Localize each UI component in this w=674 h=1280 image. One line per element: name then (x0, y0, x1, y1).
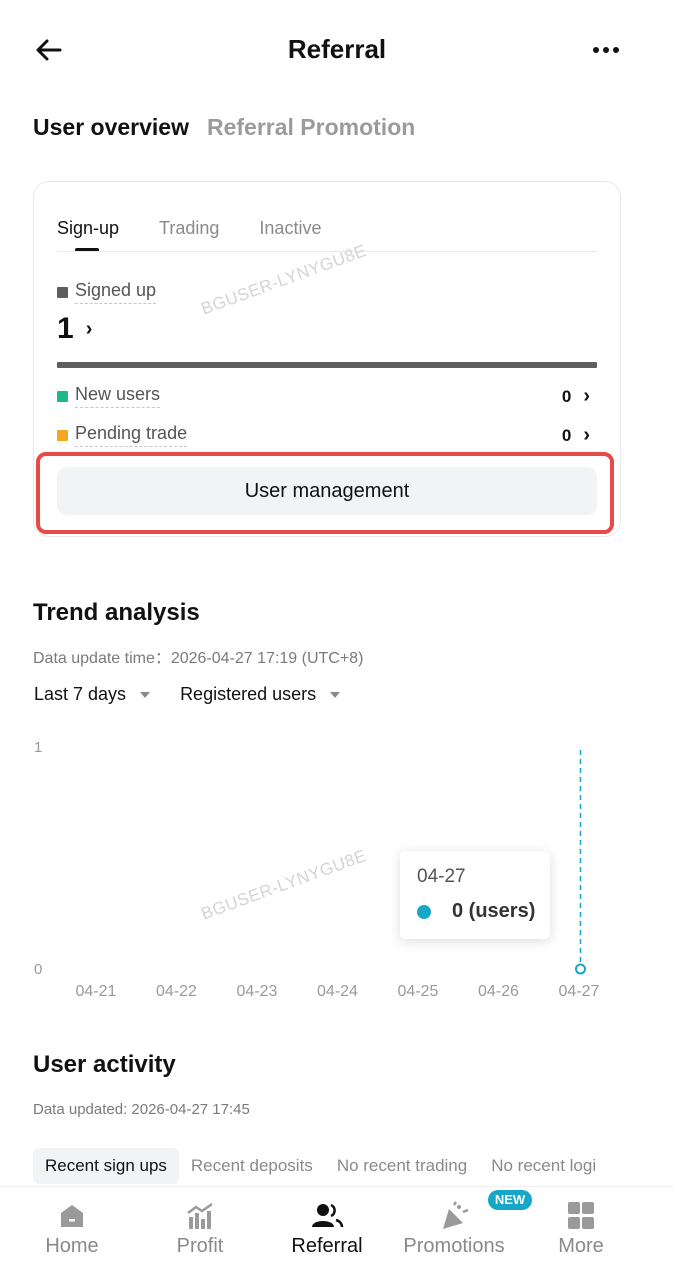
home-icon (61, 1205, 83, 1227)
trend-update-time: Data update time：2026-04-27 17:19 (UTC+8… (33, 650, 364, 667)
overview-sub-tabs: Sign-up Trading Inactive (57, 218, 361, 252)
x-tick-label: 04-27 (559, 983, 600, 1000)
tab-trading[interactable]: Trading (159, 218, 219, 239)
tab-recent-sign-ups[interactable]: Recent sign ups (33, 1148, 179, 1184)
new-users-count-link[interactable]: 0 › (562, 385, 590, 408)
pending-trade-count: 0 (561, 425, 572, 445)
header: Referral (0, 0, 674, 100)
signed-up-label: Signed up (75, 280, 157, 304)
activity-tabs: Recent sign ups Recent deposits No recent … (33, 1148, 621, 1186)
activity-update-time: Data updated: 2026-04-27 17:45 (33, 1101, 250, 1118)
signed-up-bar (57, 362, 597, 368)
user-activity-title: User activity (33, 1051, 176, 1078)
more-options-button[interactable] (588, 32, 624, 68)
signed-up-swatch (57, 286, 68, 298)
tab-sign-up-label: Sign-up (57, 218, 120, 238)
data-point[interactable] (575, 963, 586, 975)
pending-trade-count-link[interactable]: 0 › (562, 424, 590, 447)
tab-referral-promotion[interactable]: Referral Promotion (207, 114, 415, 141)
tab-sign-up[interactable]: Sign-up (57, 218, 120, 252)
metric-dropdown[interactable]: Registered users (180, 684, 341, 705)
nav-referral[interactable]: Referral (277, 1187, 377, 1280)
nav-more[interactable]: More (531, 1187, 631, 1280)
pending-trade-legend: Pending trade (57, 423, 188, 447)
trend-analysis-title: Trend analysis (33, 599, 200, 626)
y-tick-label: 0 (34, 961, 42, 978)
x-tick-label: 04-23 (237, 983, 278, 1000)
caret-down-icon (330, 691, 341, 698)
new-users-count: 0 (561, 386, 572, 406)
nav-promotions-label: Promotions (403, 1235, 505, 1257)
tab-recent-deposits[interactable]: Recent deposits (179, 1148, 325, 1184)
x-tick-label: 04-26 (478, 983, 519, 1000)
chevron-right-icon: › (85, 317, 93, 340)
trend-filters: Last 7 days Registered users (34, 684, 341, 705)
users-icon (312, 1203, 344, 1228)
profit-chart-icon (187, 1202, 213, 1229)
new-badge: NEW (488, 1190, 532, 1210)
bottom-nav: Home Profit Referral Promotions More (0, 1186, 674, 1280)
metric-dropdown-label: Registered users (180, 684, 317, 704)
period-dropdown-label: Last 7 days (34, 684, 127, 704)
nav-referral-label: Referral (291, 1235, 363, 1257)
more-dots-icon (593, 47, 599, 53)
x-tick-label: 04-21 (76, 983, 117, 1000)
x-tick-label: 04-22 (156, 983, 197, 1000)
nav-profit-label: Profit (176, 1235, 224, 1257)
tooltip-date: 04-27 (417, 866, 466, 887)
party-popper-icon (443, 1201, 469, 1229)
new-users-label: New users (75, 384, 161, 408)
y-tick-label: 1 (34, 739, 42, 756)
new-users-swatch (57, 390, 68, 402)
tooltip-series-dot (417, 905, 431, 919)
divider (57, 251, 597, 252)
signed-up-count: 1 (57, 312, 74, 345)
tab-no-recent-login[interactable]: No recent logi (479, 1148, 608, 1184)
signed-up-count-link[interactable]: 1 › (57, 312, 92, 346)
nav-more-label: More (558, 1235, 604, 1257)
pending-trade-label: Pending trade (75, 423, 188, 447)
period-dropdown[interactable]: Last 7 days (34, 684, 151, 705)
chevron-right-icon: › (583, 424, 590, 446)
signed-up-legend: Signed up (57, 280, 157, 304)
pending-trade-swatch (57, 429, 68, 441)
caret-down-icon (140, 691, 151, 698)
new-users-legend: New users (57, 384, 161, 408)
top-tabs: User overview Referral Promotion (33, 114, 415, 141)
chart-tooltip: 04-27 0 (users) (400, 851, 550, 939)
page-title: Referral (287, 34, 387, 64)
tab-inactive[interactable]: Inactive (259, 218, 321, 239)
tab-no-recent-trading[interactable]: No recent trading (325, 1148, 479, 1184)
highlight-box (36, 452, 614, 534)
tooltip-value: 0 (users) (452, 900, 536, 922)
nav-home[interactable]: Home (22, 1187, 122, 1280)
nav-profit[interactable]: Profit (150, 1187, 250, 1280)
tab-user-overview[interactable]: User overview (33, 114, 189, 141)
x-tick-label: 04-25 (398, 983, 439, 1000)
grid-icon (568, 1202, 594, 1229)
x-tick-label: 04-24 (317, 983, 358, 1000)
chevron-right-icon: › (583, 385, 590, 407)
nav-home-label: Home (45, 1235, 99, 1257)
